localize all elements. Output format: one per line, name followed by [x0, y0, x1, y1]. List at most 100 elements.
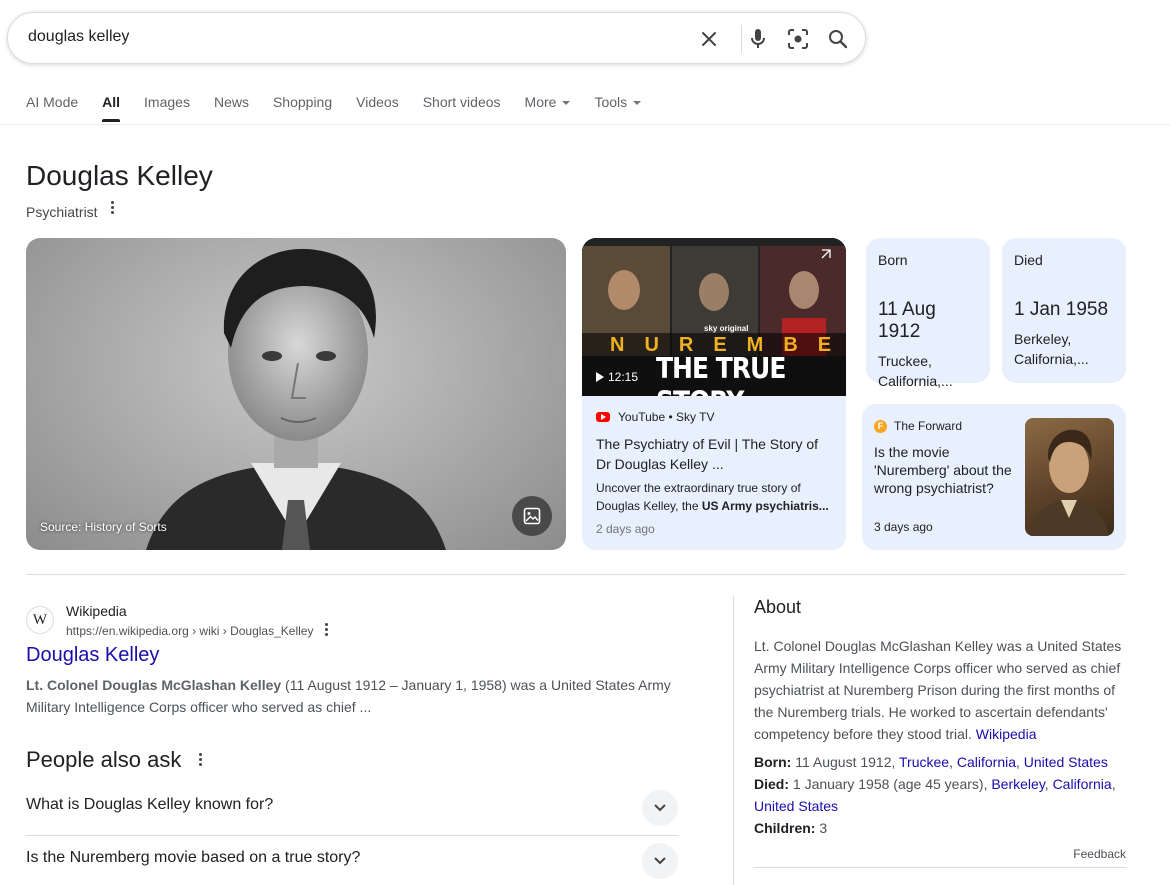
- tab-ai-mode[interactable]: AI Mode: [26, 94, 78, 124]
- video-title[interactable]: The Psychiatry of Evil | The Story of Dr…: [596, 434, 836, 474]
- tab-tools-label: Tools: [594, 94, 628, 110]
- paa-options-icon[interactable]: [199, 752, 203, 768]
- portrait-illustration: [146, 248, 446, 550]
- link-united-states[interactable]: United States: [754, 798, 838, 814]
- entity-subtitle-row: Psychiatrist: [26, 201, 115, 220]
- video-brand-label: sky original: [704, 324, 749, 333]
- fact-children: Children: 3: [754, 817, 1126, 839]
- feedback-link[interactable]: Feedback: [1073, 847, 1126, 861]
- died-date: 1 Jan 1958: [1014, 299, 1109, 320]
- chevron-down-icon[interactable]: [642, 843, 678, 879]
- clear-icon[interactable]: [695, 25, 723, 53]
- born-label: Born: [878, 252, 908, 268]
- the-forward-logo-icon: F: [874, 419, 887, 433]
- about-text: Lt. Colonel Douglas McGlashan Kelley was…: [754, 638, 1122, 742]
- tab-more-label: More: [524, 94, 557, 110]
- more-options-icon[interactable]: [111, 201, 115, 216]
- chevron-down-icon[interactable]: [642, 790, 678, 826]
- video-desc-bold: US Army psychiatris...: [701, 499, 829, 513]
- about-panel-divider: [733, 596, 734, 885]
- about-description: Lt. Colonel Douglas McGlashan Kelley was…: [754, 635, 1126, 745]
- link-california[interactable]: California: [957, 754, 1016, 770]
- link-truckee[interactable]: Truckee: [899, 754, 949, 770]
- tab-videos[interactable]: Videos: [356, 94, 399, 124]
- fact-died-value: 1 January 1958 (age 45 years),: [789, 776, 992, 792]
- search-input[interactable]: douglas kelley: [28, 28, 129, 46]
- video-result-card[interactable]: sky original NUREMBERG THE TRUE STORY 12…: [582, 238, 846, 550]
- result-snippet-bold: Lt. Colonel Douglas McGlashan Kelley: [26, 677, 282, 693]
- born-date: 11 Aug 1912: [878, 299, 936, 342]
- entity-title: Douglas Kelley: [26, 160, 213, 191]
- died-label: Died: [1014, 252, 1043, 268]
- caret-down-icon: [562, 101, 571, 106]
- link-berkeley[interactable]: Berkeley: [991, 776, 1044, 792]
- born-place: Truckee, California,...: [878, 353, 953, 389]
- about-wikipedia-link[interactable]: Wikipedia: [976, 726, 1037, 742]
- article-source: F The Forward: [874, 419, 962, 433]
- about-facts: Born: 11 August 1912, Truckee, Californi…: [754, 751, 1126, 839]
- video-description: Uncover the extraordinary true story of …: [596, 479, 836, 515]
- section-divider: [26, 574, 1126, 575]
- entity-subtitle: Psychiatrist: [26, 204, 98, 220]
- search-bar[interactable]: douglas kelley: [7, 12, 866, 64]
- microphone-icon[interactable]: [744, 25, 772, 53]
- video-thumb-line2: THE TRUE STORY: [656, 351, 786, 396]
- paa-question[interactable]: Is the Nuremberg movie based on a true s…: [26, 835, 678, 885]
- youtube-icon: [596, 412, 610, 422]
- fact-born-value: 11 August 1912,: [791, 754, 900, 770]
- died-place: Berkeley, California,...: [1014, 331, 1089, 367]
- tab-shopping[interactable]: Shopping: [273, 94, 332, 124]
- result-snippet: Lt. Colonel Douglas McGlashan Kelley (11…: [26, 674, 686, 718]
- paa-title: People also ask: [26, 747, 182, 772]
- paa-question-text: Is the Nuremberg movie based on a true s…: [26, 849, 361, 866]
- video-duration-text: 12:15: [608, 370, 639, 384]
- article-title[interactable]: Is the movie 'Nuremberg' about the wrong…: [874, 443, 1012, 497]
- article-card[interactable]: F The Forward Is the movie 'Nuremberg' a…: [862, 404, 1126, 550]
- fact-children-label: Children:: [754, 820, 816, 836]
- search-icon[interactable]: [824, 25, 852, 53]
- caret-down-icon: [633, 101, 642, 106]
- link-united-states[interactable]: United States: [1024, 754, 1108, 770]
- image-source-caption: Source: History of Sorts: [40, 520, 167, 534]
- camera-lens-icon[interactable]: [784, 25, 812, 53]
- tab-more[interactable]: More: [525, 94, 571, 124]
- play-icon: [596, 372, 604, 382]
- result-title-link[interactable]: Douglas Kelley: [26, 644, 159, 667]
- fact-children-value: 3: [815, 820, 828, 836]
- search-tabs: AI Mode All Images News Shopping Videos …: [26, 94, 665, 124]
- result-site-name[interactable]: Wikipedia: [66, 603, 127, 619]
- result-url-row: https://en.wikipedia.org › wiki › Dougla…: [66, 623, 329, 638]
- tab-all[interactable]: All: [102, 94, 120, 124]
- article-timestamp: 3 days ago: [874, 520, 933, 534]
- fact-born: Born: 11 August 1912, Truckee, Californi…: [754, 754, 1108, 770]
- tab-news[interactable]: News: [214, 94, 249, 124]
- image-gallery-icon[interactable]: [512, 496, 552, 536]
- wikipedia-favicon-icon: W: [26, 606, 54, 634]
- video-source-text: YouTube • Sky TV: [618, 410, 715, 424]
- article-source-name: The Forward: [894, 419, 963, 433]
- main-portrait-image[interactable]: Source: History of Sorts: [26, 238, 566, 550]
- video-timestamp: 2 days ago: [596, 522, 655, 536]
- tab-short-videos[interactable]: Short videos: [423, 94, 501, 124]
- born-card[interactable]: Born 11 Aug 1912 Truckee, California,...: [866, 238, 990, 389]
- result-url[interactable]: https://en.wikipedia.org › wiki › Dougla…: [66, 624, 313, 638]
- video-source: YouTube • Sky TV: [596, 410, 714, 424]
- about-heading: About: [754, 597, 802, 617]
- fact-died: Died: 1 January 1958 (age 45 years), Ber…: [754, 776, 1116, 814]
- tab-tools[interactable]: Tools: [594, 94, 642, 124]
- paa-question-text: What is Douglas Kelley known for?: [26, 796, 274, 813]
- about-bottom-divider: [754, 867, 1126, 868]
- search-divider: [741, 25, 742, 53]
- header-divider: [0, 124, 1170, 125]
- paa-question[interactable]: What is Douglas Kelley known for?: [26, 782, 678, 834]
- link-california[interactable]: California: [1053, 776, 1112, 792]
- video-duration: 12:15: [596, 370, 638, 384]
- article-thumbnail[interactable]: [1025, 418, 1114, 536]
- fact-died-label: Died:: [754, 776, 789, 792]
- result-options-icon[interactable]: [325, 623, 329, 638]
- article-thumbnail-art: [1030, 429, 1109, 536]
- tab-images[interactable]: Images: [144, 94, 190, 124]
- people-also-ask-heading: People also ask: [26, 747, 203, 773]
- died-card[interactable]: Died 1 Jan 1958 Berkeley, California,...: [1002, 238, 1126, 383]
- fact-born-label: Born:: [754, 754, 792, 770]
